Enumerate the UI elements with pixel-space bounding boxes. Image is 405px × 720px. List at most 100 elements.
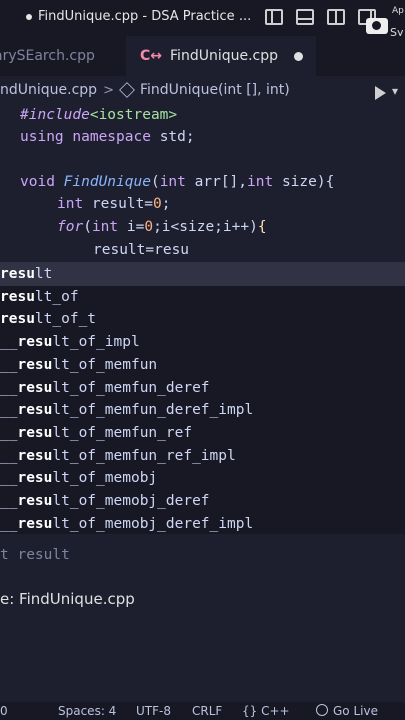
- suggest-prefix: __: [0, 334, 18, 351]
- suggest-item[interactable]: __result_of_memfun_deref_impl: [0, 399, 405, 422]
- code-token: int: [159, 174, 186, 190]
- suggest-prefix: __: [0, 515, 18, 532]
- code-token: for: [57, 219, 84, 235]
- suggest-rest: lt_of: [34, 288, 79, 305]
- code-token: i=: [118, 219, 145, 235]
- suggest-rest: lt: [34, 266, 53, 282]
- suggest-rest: lt_of_memobj_deref: [52, 493, 210, 509]
- code-token: ;: [161, 196, 171, 212]
- code-token: #include: [20, 107, 90, 123]
- suggest-item[interactable]: result: [0, 263, 405, 286]
- suggest-item[interactable]: __result_of_memfun_deref: [0, 377, 405, 400]
- title-bar: FindUnique.cpp - DSA Practice ... Ap Sy: [0, 0, 405, 39]
- code-token: {: [257, 219, 267, 235]
- code-line-2: using namespace std;: [20, 126, 195, 148]
- suggest-widget: result result_of result_of_t __result_of…: [0, 262, 405, 534]
- suggest-match: resu: [0, 288, 35, 305]
- suggest-item[interactable]: __result_of_memobj_deref_impl: [0, 513, 405, 536]
- unsaved-dot-icon: [26, 13, 32, 20]
- suggest-item[interactable]: __result_of_impl: [0, 331, 405, 354]
- code-line-5: int result=0;: [57, 193, 171, 215]
- breadcrumb: ndUnique.cpp > FindUnique(int [], int): [0, 78, 405, 102]
- suggest-prefix: __: [0, 356, 18, 373]
- suggest-rest: lt_of_impl: [52, 334, 140, 351]
- suggest-rest: lt_of_t: [34, 311, 97, 328]
- suggest-item[interactable]: result_of_t: [0, 308, 405, 331]
- chevron-right-icon: >: [103, 82, 114, 98]
- code-token: 0: [153, 196, 162, 212]
- code-token: int: [247, 174, 274, 190]
- suggest-prefix: __: [0, 402, 18, 419]
- suggest-item[interactable]: __result_of_memfun: [0, 354, 405, 377]
- overlay-text-top: Ap: [392, 6, 404, 16]
- problems-count[interactable]: 0: [0, 704, 8, 718]
- code-token: void: [20, 174, 55, 190]
- go-live-button[interactable]: Go Live: [333, 704, 378, 718]
- suggest-prefix: __: [0, 424, 18, 441]
- suggest-rest: lt_of_memfun_ref_impl: [52, 447, 236, 464]
- toggle-secondary-sidebar-icon[interactable]: [327, 9, 345, 25]
- suggest-match: resu: [17, 356, 53, 373]
- breadcrumb-symbol[interactable]: FindUnique(int [], int): [140, 82, 290, 98]
- code-token: ;i<size;i++): [153, 219, 258, 235]
- toggle-panel-icon[interactable]: [296, 9, 314, 25]
- suggest-rest: lt_of_memobj_deref_impl: [52, 515, 254, 532]
- cpp-file-icon: C↔: [140, 48, 163, 64]
- code-line-4: void FindUnique(int arr[],int size){: [20, 171, 334, 193]
- suggest-rest: lt_of_memfun: [52, 356, 158, 373]
- tab-label: arySEarch.cpp: [0, 48, 95, 64]
- suggest-rest: lt_of_memobj: [52, 470, 158, 487]
- suggest-item[interactable]: __result_of_memobj: [0, 467, 405, 490]
- code-token: arr[],: [185, 174, 248, 190]
- code-token: namespace: [72, 129, 151, 145]
- status-bar: 0 Spaces: 4 UTF-8 CRLF {} C++ Go Live: [0, 702, 405, 720]
- tab-findunique[interactable]: C↔ FindUnique.cpp: [126, 36, 316, 76]
- tab-label: FindUnique.cpp: [170, 48, 279, 64]
- function-symbol-icon: [119, 82, 135, 98]
- suggest-rest: lt_of_memfun_deref_impl: [52, 402, 254, 419]
- suggest-origin: e: FindUnique.cpp: [0, 590, 135, 608]
- code-line-6: for(int i=0;i<size;i++){: [57, 216, 267, 238]
- modified-dot-icon[interactable]: [294, 51, 304, 61]
- toggle-primary-sidebar-icon[interactable]: [265, 9, 283, 25]
- suggest-match: resu: [0, 311, 35, 328]
- code-line-7: result=resu: [93, 239, 189, 261]
- tab-binarysearch[interactable]: arySEarch.cpp: [0, 36, 126, 76]
- suggest-match: resu: [17, 470, 53, 487]
- suggest-item[interactable]: __result_of_memfun_ref: [0, 422, 405, 445]
- code-token: result=: [83, 196, 154, 212]
- code-token: (: [83, 219, 92, 235]
- suggest-detail: t result: [0, 547, 70, 563]
- code-token: result=resu: [93, 242, 190, 258]
- eol-status[interactable]: CRLF: [192, 704, 222, 718]
- suggest-match: resu: [17, 447, 53, 464]
- code-line-1: #include<iostream>: [20, 104, 177, 126]
- camera-icon: [366, 18, 388, 34]
- suggest-match: resu: [0, 266, 35, 282]
- suggest-match: resu: [17, 379, 53, 396]
- code-token: <iostream>: [89, 107, 178, 123]
- suggest-rest: lt_of_memfun_deref: [52, 379, 210, 396]
- indentation-status[interactable]: Spaces: 4: [58, 704, 116, 718]
- suggest-prefix: __: [0, 470, 18, 487]
- suggest-match: resu: [17, 515, 53, 532]
- suggest-match: resu: [17, 493, 53, 509]
- breadcrumb-file[interactable]: ndUnique.cpp: [0, 82, 97, 98]
- suggest-prefix: __: [0, 447, 18, 464]
- code-token: int: [91, 219, 119, 235]
- live-broadcast-icon: [316, 704, 328, 716]
- suggest-match: resu: [17, 334, 53, 351]
- suggest-match: resu: [17, 424, 53, 441]
- code-token: size){: [273, 174, 335, 190]
- language-status[interactable]: {} C++: [242, 704, 290, 718]
- suggest-item[interactable]: __result_of_memfun_ref_impl: [0, 445, 405, 468]
- suggest-prefix: __: [0, 493, 18, 509]
- code-token: using: [20, 129, 64, 145]
- encoding-status[interactable]: UTF-8: [136, 704, 171, 718]
- window-title-text: FindUnique.cpp - DSA Practice ...: [38, 9, 252, 24]
- suggest-item[interactable]: __result_of_memobj_deref: [0, 490, 405, 513]
- suggest-match: resu: [17, 402, 53, 419]
- code-token: std;: [159, 129, 195, 145]
- suggest-item[interactable]: result_of: [0, 286, 405, 309]
- code-token: 0: [144, 219, 154, 235]
